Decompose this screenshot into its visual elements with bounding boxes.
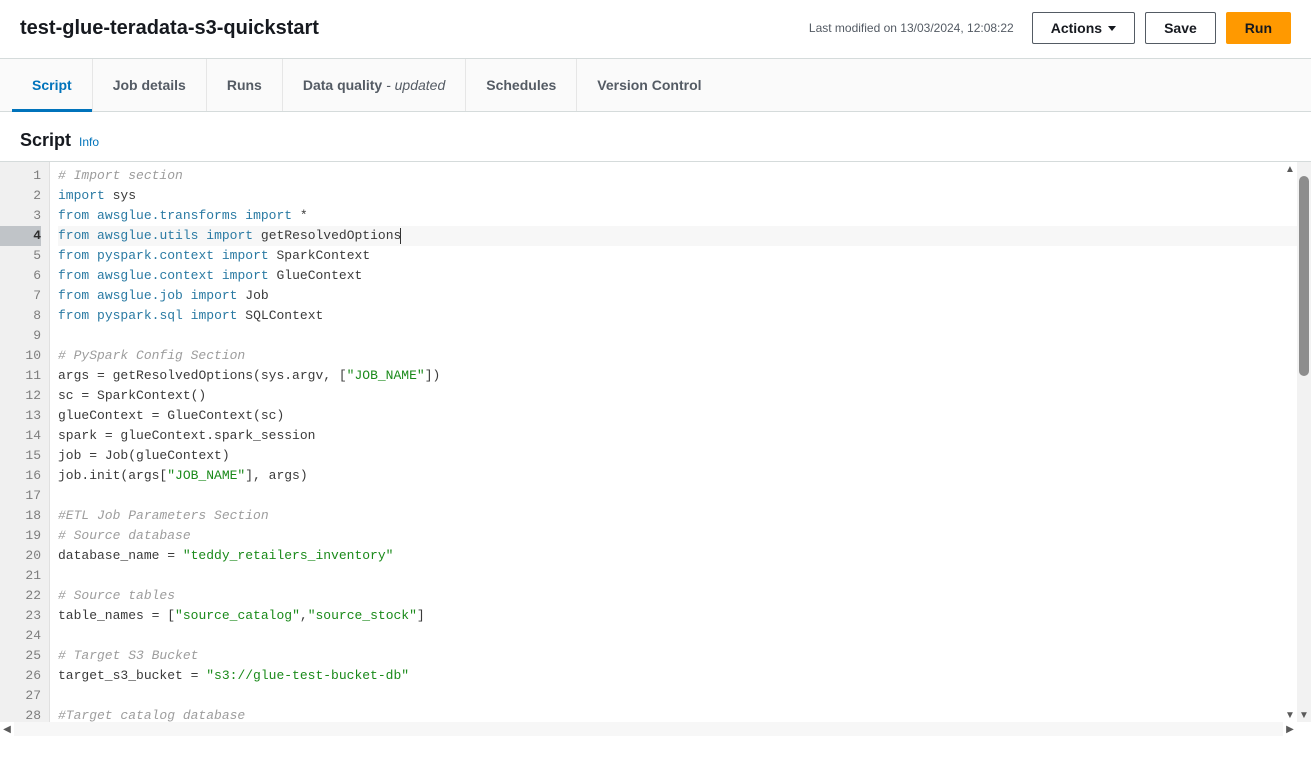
line-number: 28 [0, 706, 41, 722]
script-section-title: Script [20, 130, 71, 151]
code-line[interactable]: from awsglue.job import Job [58, 286, 1297, 306]
line-number: 17 [0, 486, 41, 506]
line-number-gutter: 1234567891011121314151617181920212223242… [0, 162, 50, 722]
code-line[interactable]: args = getResolvedOptions(sys.argv, ["JO… [58, 366, 1297, 386]
scroll-down-icon[interactable]: ▼ [1297, 708, 1311, 722]
code-line[interactable]: from awsglue.context import GlueContext [58, 266, 1297, 286]
code-line[interactable]: # Import section [58, 166, 1297, 186]
code-line[interactable] [58, 686, 1297, 706]
line-number: 25 [0, 646, 41, 666]
scroll-right-icon[interactable]: ▶ [1283, 722, 1297, 736]
line-number: 22 [0, 586, 41, 606]
code-line[interactable]: # Source database [58, 526, 1297, 546]
line-number: 6 [0, 266, 41, 286]
text-caret [400, 228, 401, 244]
page-header: test-glue-teradata-s3-quickstart Last mo… [0, 0, 1311, 59]
line-number: 4 [0, 226, 41, 246]
script-section-header: Script Info [0, 112, 1311, 161]
line-number: 7 [0, 286, 41, 306]
code-line[interactable]: job = Job(glueContext) [58, 446, 1297, 466]
line-number: 20 [0, 546, 41, 566]
code-line[interactable]: sc = SparkContext() [58, 386, 1297, 406]
scroll-up-icon[interactable]: ▲ [1283, 162, 1297, 176]
job-title: test-glue-teradata-s3-quickstart [20, 17, 319, 40]
code-line[interactable]: # PySpark Config Section [58, 346, 1297, 366]
line-number: 11 [0, 366, 41, 386]
code-line[interactable]: from awsglue.utils import getResolvedOpt… [58, 226, 1297, 246]
code-line[interactable]: from pyspark.context import SparkContext [58, 246, 1297, 266]
line-number: 14 [0, 426, 41, 446]
run-button[interactable]: Run [1226, 12, 1291, 44]
line-number: 26 [0, 666, 41, 686]
line-number: 18 [0, 506, 41, 526]
actions-button[interactable]: Actions [1032, 12, 1135, 44]
tab-bar: Script Job details Runs Data quality - u… [0, 59, 1311, 112]
line-number: 16 [0, 466, 41, 486]
code-line[interactable]: from pyspark.sql import SQLContext [58, 306, 1297, 326]
line-number: 8 [0, 306, 41, 326]
horizontal-scrollbar[interactable] [14, 722, 1283, 736]
line-number: 12 [0, 386, 41, 406]
tab-runs[interactable]: Runs [207, 59, 283, 111]
code-area[interactable]: # Import sectionimport sysfrom awsglue.t… [50, 162, 1297, 722]
code-line[interactable]: table_names = ["source_catalog","source_… [58, 606, 1297, 626]
line-number: 19 [0, 526, 41, 546]
code-line[interactable] [58, 626, 1297, 646]
code-editor-viewport[interactable]: 1234567891011121314151617181920212223242… [0, 162, 1297, 722]
info-link[interactable]: Info [79, 135, 99, 149]
actions-button-label: Actions [1051, 20, 1102, 36]
line-number: 1 [0, 166, 41, 186]
scroll-down-icon[interactable]: ▼ [1283, 708, 1297, 722]
code-line[interactable]: database_name = "teddy_retailers_invento… [58, 546, 1297, 566]
line-number: 15 [0, 446, 41, 466]
tab-version-control[interactable]: Version Control [577, 59, 721, 111]
code-line[interactable]: import sys [58, 186, 1297, 206]
code-line[interactable]: job.init(args["JOB_NAME"], args) [58, 466, 1297, 486]
tab-schedules[interactable]: Schedules [466, 59, 577, 111]
line-number: 27 [0, 686, 41, 706]
tab-data-quality-label: Data quality [303, 77, 382, 93]
code-line[interactable]: spark = glueContext.spark_session [58, 426, 1297, 446]
code-line[interactable]: #Target catalog database [58, 706, 1297, 722]
line-number: 9 [0, 326, 41, 346]
save-button[interactable]: Save [1145, 12, 1216, 44]
code-editor[interactable]: 1234567891011121314151617181920212223242… [0, 161, 1311, 736]
line-number: 3 [0, 206, 41, 226]
code-line[interactable]: from awsglue.transforms import * [58, 206, 1297, 226]
vertical-scroll-thumb[interactable] [1299, 176, 1309, 376]
tab-data-quality[interactable]: Data quality - updated [283, 59, 466, 111]
tab-data-quality-updated: - updated [382, 77, 445, 93]
line-number: 23 [0, 606, 41, 626]
code-line[interactable] [58, 326, 1297, 346]
header-actions: Last modified on 13/03/2024, 12:08:22 Ac… [809, 12, 1291, 44]
code-line[interactable] [58, 566, 1297, 586]
tab-job-details[interactable]: Job details [93, 59, 207, 111]
tab-script[interactable]: Script [12, 59, 93, 111]
code-line[interactable]: target_s3_bucket = "s3://glue-test-bucke… [58, 666, 1297, 686]
code-line[interactable]: glueContext = GlueContext(sc) [58, 406, 1297, 426]
scroll-left-icon[interactable]: ◀ [0, 722, 14, 736]
line-number: 24 [0, 626, 41, 646]
code-line[interactable]: # Source tables [58, 586, 1297, 606]
line-number: 13 [0, 406, 41, 426]
vertical-scrollbar[interactable] [1297, 162, 1311, 722]
caret-down-icon [1108, 26, 1116, 31]
line-number: 21 [0, 566, 41, 586]
code-line[interactable]: # Target S3 Bucket [58, 646, 1297, 666]
code-line[interactable] [58, 486, 1297, 506]
last-modified-text: Last modified on 13/03/2024, 12:08:22 [809, 21, 1014, 35]
line-number: 2 [0, 186, 41, 206]
line-number: 5 [0, 246, 41, 266]
line-number: 10 [0, 346, 41, 366]
code-line[interactable]: #ETL Job Parameters Section [58, 506, 1297, 526]
